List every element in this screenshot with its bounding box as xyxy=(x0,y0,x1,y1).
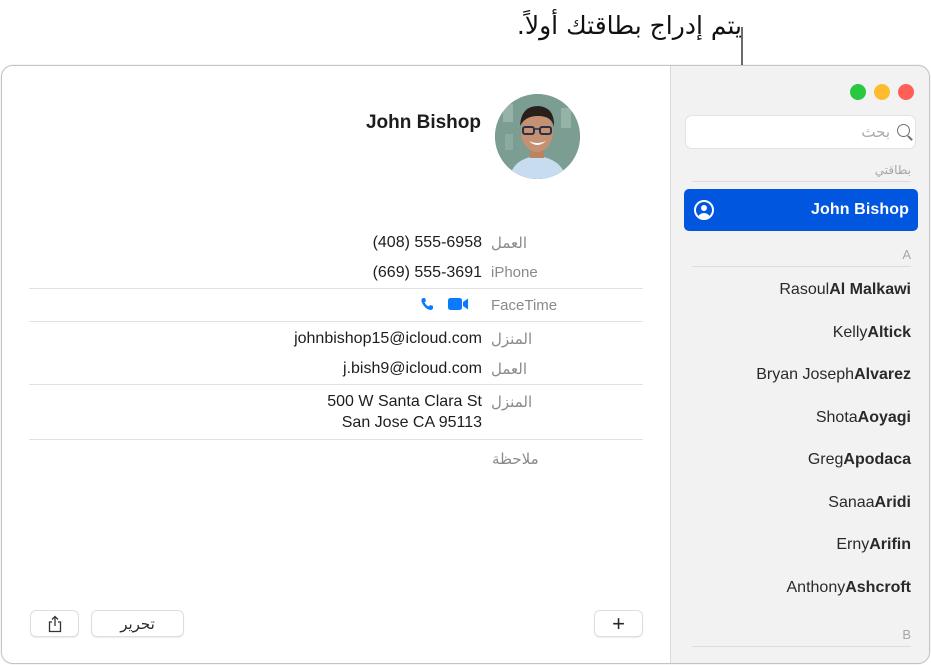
phone-label: العمل xyxy=(491,234,528,252)
my-card-item[interactable]: John Bishop xyxy=(684,189,918,231)
email-row: j.bish9@icloud.com العمل xyxy=(2,359,670,379)
first-name: Anthony xyxy=(786,578,846,596)
my-card-name: John Bishop xyxy=(811,201,909,218)
person-circle-icon xyxy=(694,200,714,220)
video-camera-icon[interactable] xyxy=(448,297,469,316)
contact-avatar xyxy=(495,94,580,179)
first-name: Erny xyxy=(836,536,870,554)
phone-row: (669) 555-3691 iPhone xyxy=(2,263,670,283)
first-name: Sanaa xyxy=(828,493,875,511)
contact-list: Rasoul Al Malkawi Kelly Altick Bryan Jos… xyxy=(671,269,929,610)
contact-name: John Bishop xyxy=(365,112,481,133)
first-name: Kelly xyxy=(832,323,868,341)
address-line-1[interactable]: 500 W Santa Clara St xyxy=(327,392,482,412)
first-name: Greg xyxy=(807,451,844,469)
last-name: Apodaca xyxy=(843,451,911,469)
divider xyxy=(29,439,643,440)
divider xyxy=(29,321,643,322)
last-name: Arifin xyxy=(869,536,911,554)
email-label: العمل xyxy=(491,360,528,378)
email-address[interactable]: johnbishop15@icloud.com xyxy=(294,329,482,349)
divider xyxy=(29,288,643,289)
phone-row: (408) 555-6958 العمل xyxy=(2,233,670,253)
close-window-button[interactable] xyxy=(898,84,914,100)
contacts-window: John Bishop (408) 555-6958 العمل (669) 5… xyxy=(1,65,930,664)
search-input[interactable] xyxy=(696,116,890,148)
section-header-a: A xyxy=(692,247,911,267)
contact-detail-pane: John Bishop (408) 555-6958 العمل (669) 5… xyxy=(2,66,670,663)
last-name: Altick xyxy=(867,323,911,341)
first-name: Shota xyxy=(815,408,858,426)
contact-list-item[interactable]: Bryan Joseph Alvarez xyxy=(671,354,929,397)
window-controls xyxy=(850,84,914,100)
email-label: المنزل xyxy=(491,330,533,348)
portrait-photo xyxy=(495,94,580,179)
phone-number[interactable]: (669) 555-3691 xyxy=(373,263,482,283)
contact-list-item[interactable]: Sanaa Aridi xyxy=(671,482,929,525)
share-button[interactable] xyxy=(30,610,79,637)
first-name: Rasoul xyxy=(779,281,830,299)
contact-list-item[interactable]: Shota Aoyagi xyxy=(671,397,929,440)
search-icon xyxy=(896,123,910,141)
phone-label: iPhone xyxy=(491,264,538,281)
edit-button[interactable]: تحرير xyxy=(91,610,184,637)
zoom-window-button[interactable] xyxy=(850,84,866,100)
first-name: Bryan Joseph xyxy=(756,366,855,384)
phone-icon[interactable] xyxy=(420,297,434,316)
contacts-sidebar: بطاقتي John Bishop A Rasoul Al Malkawi K… xyxy=(670,66,929,663)
facetime-row: FaceTime xyxy=(2,296,670,316)
share-icon xyxy=(48,615,61,632)
note-row[interactable]: ملاحظة xyxy=(2,449,670,469)
email-row: johnbishop15@icloud.com المنزل xyxy=(2,329,670,349)
facetime-actions xyxy=(420,296,469,316)
facetime-label: FaceTime xyxy=(491,297,558,314)
contact-list-item[interactable]: Greg Apodaca xyxy=(671,439,929,482)
address-row: 500 W Santa Clara St San Jose CA 95113 ا… xyxy=(2,392,670,434)
note-label: ملاحظة xyxy=(492,450,539,468)
address-line-2[interactable]: San Jose CA 95113 xyxy=(342,413,482,433)
callout-annotation: يتم إدراج بطاقتك أولاً. xyxy=(516,11,742,40)
my-card-section-header: بطاقتي xyxy=(692,163,911,182)
contact-list-item[interactable]: Rasoul Al Malkawi xyxy=(671,269,929,312)
minimize-window-button[interactable] xyxy=(874,84,890,100)
address-label: المنزل xyxy=(491,393,533,411)
last-name: Aoyagi xyxy=(857,408,911,426)
contact-list-item[interactable]: Erny Arifin xyxy=(671,524,929,567)
last-name: Aridi xyxy=(874,493,911,511)
add-contact-button[interactable]: + xyxy=(594,610,643,637)
divider xyxy=(29,384,643,385)
section-header-b: B xyxy=(692,627,911,647)
search-field[interactable] xyxy=(685,115,916,149)
email-address[interactable]: j.bish9@icloud.com xyxy=(343,359,482,379)
phone-number[interactable]: (408) 555-6958 xyxy=(373,233,482,253)
last-name: Al Malkawi xyxy=(829,281,911,299)
last-name: Ashcroft xyxy=(845,578,911,596)
contact-list-item[interactable]: Kelly Altick xyxy=(671,312,929,355)
contact-list-item[interactable]: Anthony Ashcroft xyxy=(671,567,929,610)
last-name: Alvarez xyxy=(854,366,911,384)
